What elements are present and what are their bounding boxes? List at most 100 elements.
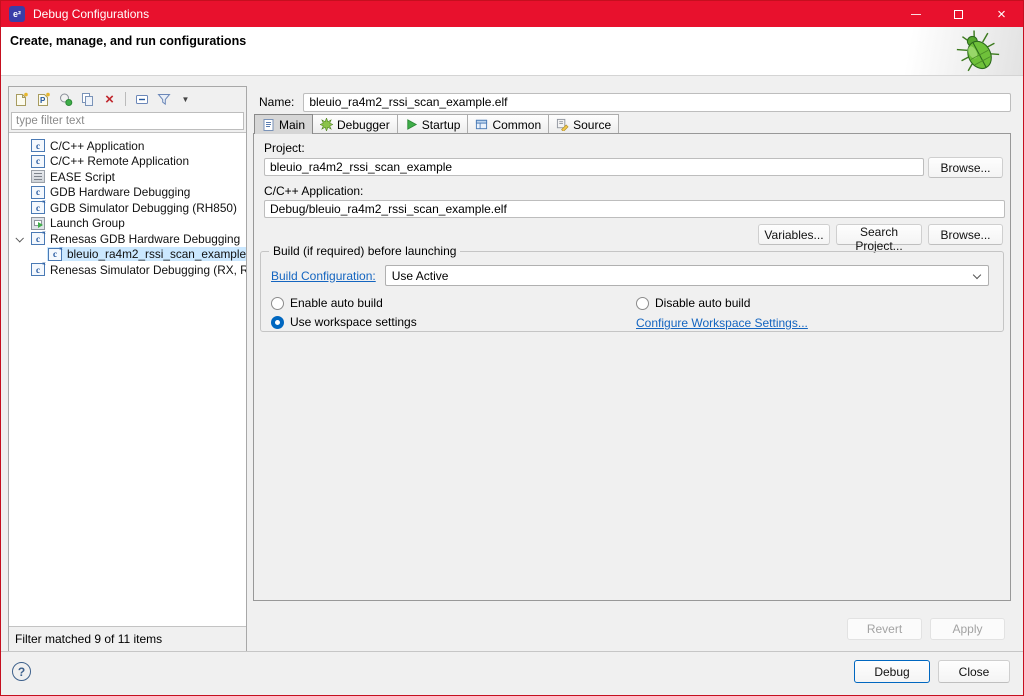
radio-label: Enable auto build <box>290 296 383 310</box>
sidebar-toolbar: P × ▼ <box>9 87 246 111</box>
selected-highlight: bleuio_ra4m2_rssi_scan_example.elf <box>47 247 246 261</box>
tree-item-label: Launch Group <box>50 216 125 230</box>
name-label: Name: <box>259 95 294 109</box>
enable-auto-build-radio[interactable]: Enable auto build <box>271 296 383 310</box>
debug-button[interactable]: Debug <box>854 660 930 683</box>
debugger-icon <box>320 118 333 131</box>
configuration-tree: C/C++ Application C/C++ Remote Applicati… <box>9 132 246 627</box>
disable-auto-build-radio[interactable]: Disable auto build <box>636 296 750 310</box>
chevron-down-icon <box>973 271 981 279</box>
project-input[interactable] <box>264 158 924 176</box>
project-label: Project: <box>264 141 305 155</box>
tab-startup[interactable]: Startup <box>397 114 469 134</box>
dialog-footer: ? Debug Close <box>1 651 1023 695</box>
application-input[interactable] <box>264 200 1005 218</box>
filter-input[interactable] <box>11 112 244 130</box>
radio-icon[interactable] <box>271 297 284 310</box>
radio-selected-icon[interactable] <box>271 316 284 329</box>
filter-launch-configurations-icon[interactable] <box>155 91 172 108</box>
apply-button[interactable]: Apply <box>930 618 1005 640</box>
tree-item-label: bleuio_ra4m2_rssi_scan_example.elf <box>67 247 246 261</box>
use-workspace-settings-radio[interactable]: Use workspace settings <box>271 315 417 329</box>
minimize-button[interactable] <box>894 1 937 27</box>
tab-label: Main <box>279 118 305 132</box>
new-launch-configuration-icon[interactable] <box>13 91 30 108</box>
minimize-icon <box>911 14 921 15</box>
close-dialog-button[interactable]: Close <box>938 660 1010 683</box>
build-configuration-select[interactable]: Use Active <box>385 265 989 286</box>
export-launch-configurations-icon[interactable] <box>57 91 74 108</box>
tree-item-cpp-application[interactable]: C/C++ Application <box>9 138 246 154</box>
filter-status-text: Filter matched 9 of 11 items <box>9 627 246 651</box>
header-banner: Create, manage, and run configurations <box>1 27 1023 76</box>
radio-label: Use workspace settings <box>290 315 417 329</box>
svg-text:P: P <box>40 96 46 105</box>
tree-item-label: Renesas Simulator Debugging (RX, RL78) <box>50 263 246 277</box>
application-browse-button[interactable]: Browse... <box>928 224 1003 245</box>
tab-debugger[interactable]: Debugger <box>312 114 398 134</box>
page-title: Create, manage, and run configurations <box>10 34 246 48</box>
revert-button[interactable]: Revert <box>847 618 922 640</box>
tree-item-cpp-remote-application[interactable]: C/C++ Remote Application <box>9 154 246 170</box>
e2studio-app-icon: e² <box>9 6 25 22</box>
tree-item-label: Renesas GDB Hardware Debugging <box>50 232 240 246</box>
tab-bar: Main Debugger Startup Common Source <box>254 114 618 134</box>
c-application-icon <box>31 155 45 168</box>
maximize-icon <box>954 10 963 19</box>
tree-item-gdb-simulator-debugging[interactable]: GDB Simulator Debugging (RH850) <box>9 200 246 216</box>
tab-label: Debugger <box>337 118 390 132</box>
configure-workspace-settings-link[interactable]: Configure Workspace Settings... <box>636 316 808 330</box>
common-table-icon <box>475 118 488 131</box>
c-debug-icon <box>31 232 45 245</box>
c-debug-icon <box>48 248 62 261</box>
project-browse-button[interactable]: Browse... <box>928 157 1003 178</box>
search-project-button[interactable]: Search Project... <box>836 224 922 245</box>
dialog-body: P × ▼ C/C++ Applicati <box>1 77 1023 652</box>
maximize-button[interactable] <box>937 1 980 27</box>
tab-label: Source <box>573 118 611 132</box>
configurations-sidebar: P × ▼ C/C++ Applicati <box>8 86 247 652</box>
tree-item-renesas-gdb-hardware-debugging[interactable]: Renesas GDB Hardware Debugging <box>9 231 246 247</box>
script-icon <box>31 170 45 183</box>
radio-icon[interactable] <box>636 297 649 310</box>
tree-item-label: EASE Script <box>50 170 115 184</box>
c-simulator-icon <box>31 201 45 214</box>
duplicate-launch-configuration-icon[interactable] <box>79 91 96 108</box>
build-configuration-value: Use Active <box>392 269 449 283</box>
c-application-icon <box>31 139 45 152</box>
tree-item-label: C/C++ Application <box>50 139 144 153</box>
view-menu-icon[interactable]: ▼ <box>177 91 194 108</box>
tab-main[interactable]: Main <box>254 114 313 134</box>
tab-label: Startup <box>422 118 461 132</box>
titlebar[interactable]: e² Debug Configurations × <box>1 1 1023 27</box>
collapse-all-icon[interactable] <box>133 91 150 108</box>
delete-launch-configuration-icon[interactable]: × <box>101 91 118 108</box>
chevron-down-icon[interactable] <box>15 234 23 242</box>
c-simulator-icon <box>31 263 45 276</box>
tree-item-label: C/C++ Remote Application <box>50 154 189 168</box>
startup-play-icon <box>405 118 418 131</box>
new-launch-prototype-icon[interactable]: P <box>35 91 52 108</box>
tab-common[interactable]: Common <box>467 114 549 134</box>
toolbar-separator <box>125 92 126 106</box>
radio-label: Disable auto build <box>655 296 750 310</box>
tree-item-renesas-simulator-debugging[interactable]: Renesas Simulator Debugging (RX, RL78) <box>9 262 246 278</box>
name-input[interactable] <box>303 93 1011 112</box>
document-icon <box>262 118 275 132</box>
configuration-editor: Name: Main Debugger Startup C <box>253 86 1011 652</box>
tab-label: Common <box>492 118 541 132</box>
main-tab-content: Project: Browse... C/C++ Application: Va… <box>253 133 1011 601</box>
window-title: Debug Configurations <box>33 7 894 21</box>
build-group-title: Build (if required) before launching <box>269 244 460 258</box>
source-icon <box>556 118 569 131</box>
build-configuration-link[interactable]: Build Configuration: <box>271 269 376 283</box>
help-button[interactable]: ? <box>12 662 31 681</box>
variables-button[interactable]: Variables... <box>758 224 830 245</box>
tree-item-ease-script[interactable]: EASE Script <box>9 169 246 185</box>
tree-item-label: GDB Simulator Debugging (RH850) <box>50 201 237 215</box>
tree-item-label: GDB Hardware Debugging <box>50 185 190 199</box>
launch-group-icon <box>31 217 45 230</box>
close-icon: × <box>997 7 1006 22</box>
c-application-icon <box>31 186 45 199</box>
tab-source[interactable]: Source <box>548 114 619 134</box>
